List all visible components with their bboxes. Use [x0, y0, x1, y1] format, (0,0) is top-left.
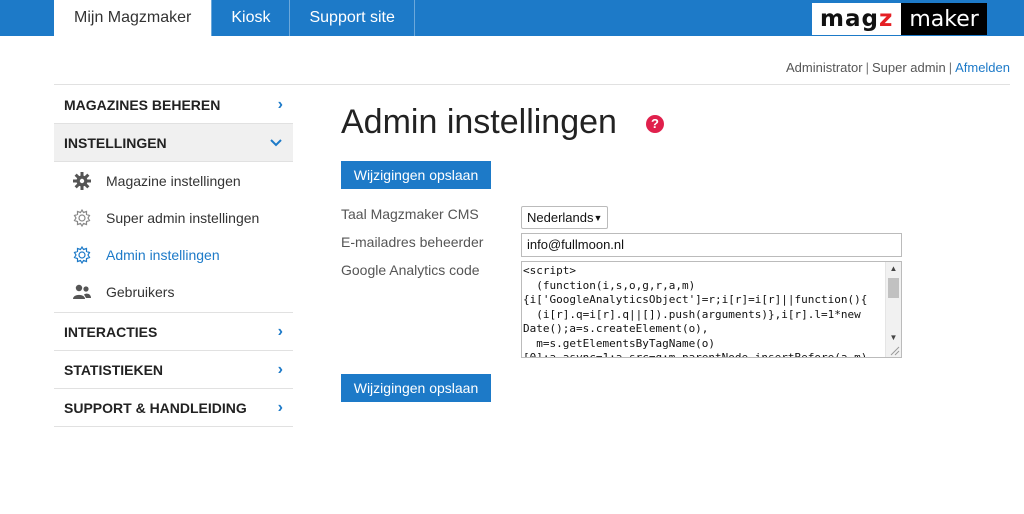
sidebar-item-label: Super admin instellingen	[106, 209, 260, 226]
sidebar-section-label: STATISTIEKEN	[64, 361, 164, 378]
logo-maker: maker	[901, 3, 987, 35]
ga-code-text: <script> (function(i,s,o,g,r,a,m) {i['Go…	[523, 264, 868, 357]
sidebar-section-magazines-beheren[interactable]: MAGAZINES BEHEREN ›	[54, 86, 293, 124]
sidebar-section-support-handleiding[interactable]: SUPPORT & HANDLEIDING ›	[54, 389, 293, 427]
textarea-scrollbar[interactable]: ▲ ▼	[885, 262, 901, 357]
email-label: E-mailadres beheerder	[341, 234, 484, 250]
resize-handle-icon[interactable]	[888, 344, 900, 356]
scroll-up-arrow-icon[interactable]: ▲	[886, 262, 901, 276]
sidebar-item-label: Admin instellingen	[106, 246, 220, 263]
sidebar-section-label: SUPPORT & HANDLEIDING	[64, 399, 247, 416]
username: Administrator	[786, 60, 863, 75]
help-icon[interactable]: ?	[646, 115, 664, 133]
sidebar-item-gebruikers[interactable]: Gebruikers	[54, 273, 293, 310]
sidebar-section-label: MAGAZINES BEHEREN	[64, 96, 221, 113]
sidebar-item-label: Magazine instellingen	[106, 172, 241, 189]
sidebar-section-interacties[interactable]: INTERACTIES ›	[54, 313, 293, 351]
sidebar-item-magazine-instellingen[interactable]: Magazine instellingen	[54, 162, 293, 199]
sidebar-section-instellingen[interactable]: INSTELLINGEN	[54, 124, 293, 162]
header-divider	[54, 84, 1010, 85]
sidebar-section-statistieken[interactable]: STATISTIEKEN ›	[54, 351, 293, 389]
chevron-right-icon: ›	[277, 322, 283, 340]
tab-mijn-magzmaker[interactable]: Mijn Magzmaker	[54, 0, 212, 36]
gear-outline-icon	[72, 208, 92, 228]
magzmaker-logo[interactable]: mag z maker	[812, 3, 987, 35]
tab-support-site[interactable]: Support site	[289, 0, 415, 36]
sidebar-item-super-admin-instellingen[interactable]: Super admin instellingen	[54, 199, 293, 236]
save-button-bottom[interactable]: Wijzigingen opslaan	[341, 374, 491, 402]
scroll-down-arrow-icon[interactable]: ▼	[886, 331, 901, 345]
language-select[interactable]: Nederlands ▼	[521, 206, 608, 229]
save-button-top[interactable]: Wijzigingen opslaan	[341, 161, 491, 189]
chevron-right-icon: ›	[277, 398, 283, 416]
gear-outline-icon	[72, 245, 92, 265]
dropdown-arrow-icon: ▼	[593, 212, 603, 223]
page-title: Admin instellingen	[341, 103, 617, 141]
ga-label: Google Analytics code	[341, 262, 480, 278]
logo-text-mag: mag	[820, 6, 879, 32]
chevron-right-icon: ›	[277, 360, 283, 378]
chevron-down-icon	[269, 134, 283, 152]
user-role: Super admin	[871, 60, 946, 75]
instellingen-submenu: Magazine instellingen Super admin instel…	[54, 162, 293, 313]
logout-link[interactable]: Afmelden	[955, 60, 1010, 75]
tab-kiosk[interactable]: Kiosk	[211, 0, 289, 36]
language-label: Taal Magzmaker CMS	[341, 206, 479, 222]
sidebar-section-label: INTERACTIES	[64, 323, 158, 340]
separator: |	[865, 60, 869, 75]
sidebar-item-label: Gebruikers	[106, 283, 175, 300]
sidebar-section-label: INSTELLINGEN	[64, 134, 167, 151]
sidebar: MAGAZINES BEHEREN › INSTELLINGEN Magazin…	[54, 86, 293, 427]
language-select-value: Nederlands	[527, 210, 594, 225]
users-icon	[72, 282, 92, 302]
email-field[interactable]: info@fullmoon.nl	[521, 233, 902, 257]
scrollbar-thumb[interactable]	[888, 278, 899, 298]
top-navigation-bar: Mijn Magzmaker Kiosk Support site mag z m…	[0, 0, 1024, 36]
ga-code-textarea[interactable]: <script> (function(i,s,o,g,r,a,m) {i['Go…	[521, 261, 902, 358]
chevron-right-icon: ›	[277, 95, 283, 113]
gear-icon	[72, 171, 92, 191]
logo-text-z: z	[878, 6, 894, 32]
user-links: Administrator | Super admin | Afmelden	[786, 60, 1010, 75]
sidebar-item-admin-instellingen[interactable]: Admin instellingen	[54, 236, 293, 273]
main-tabs: Mijn Magzmaker Kiosk Support site	[54, 0, 415, 36]
logo-magz: mag z	[812, 3, 902, 35]
separator: |	[948, 60, 953, 75]
